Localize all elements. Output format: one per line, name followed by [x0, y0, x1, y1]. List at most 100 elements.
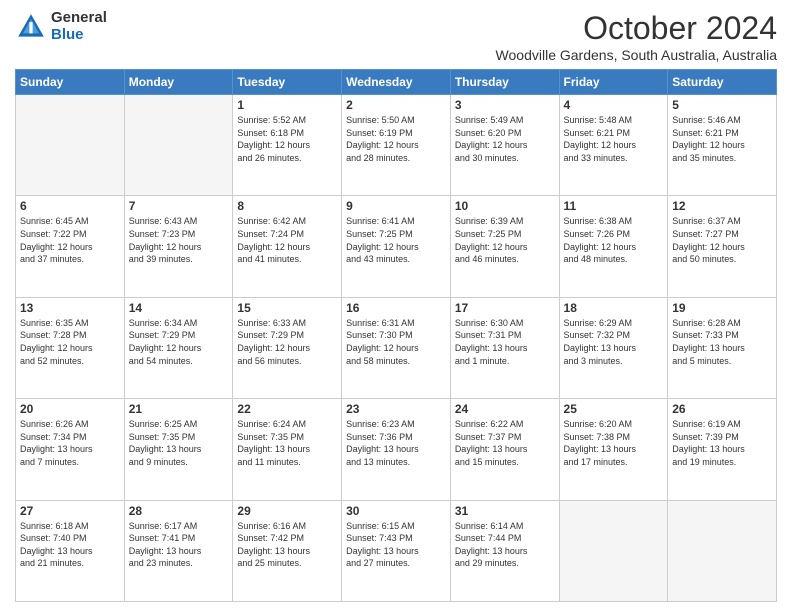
day-number: 5: [672, 98, 772, 112]
day-info: Sunrise: 6:43 AM Sunset: 7:23 PM Dayligh…: [129, 215, 229, 265]
day-cell: 10 Sunrise: 6:39 AM Sunset: 7:25 PM Dayli…: [450, 196, 559, 297]
day-number: 7: [129, 199, 229, 213]
day-cell: 7 Sunrise: 6:43 AM Sunset: 7:23 PM Daylig…: [124, 196, 233, 297]
day-number: 2: [346, 98, 446, 112]
day-info: Sunrise: 6:41 AM Sunset: 7:25 PM Dayligh…: [346, 215, 446, 265]
week-row-5: 27Sunrise: 6:18 AM Sunset: 7:40 PM Dayli…: [16, 500, 777, 601]
day-cell: 31 Sunrise: 6:14 AM Sunset: 7:44 PM Dayli…: [450, 500, 559, 601]
day-cell: 11Sunrise: 6:38 AM Sunset: 7:26 PM Dayli…: [559, 196, 668, 297]
day-cell: 29Sunrise: 6:16 AM Sunset: 7:42 PM Dayli…: [233, 500, 342, 601]
day-info: Sunrise: 6:29 AM Sunset: 7:32 PM Dayligh…: [564, 317, 664, 367]
day-info: Sunrise: 6:17 AM Sunset: 7:41 PM Dayligh…: [129, 520, 229, 570]
day-cell: 18 Sunrise: 6:29 AM Sunset: 7:32 PM Dayli…: [559, 297, 668, 398]
day-number: 12: [672, 199, 772, 213]
calendar-table: Sunday Monday Tuesday Wednesday Thursday…: [15, 69, 777, 602]
day-number: 6: [20, 199, 120, 213]
day-info: Sunrise: 6:30 AM Sunset: 7:31 PM Dayligh…: [455, 317, 555, 367]
day-info: Sunrise: 6:25 AM Sunset: 7:35 PM Dayligh…: [129, 418, 229, 468]
month-title: October 2024: [496, 10, 777, 47]
col-tuesday: Tuesday: [233, 70, 342, 95]
day-cell: 22 Sunrise: 6:24 AM Sunset: 7:35 PM Dayli…: [233, 399, 342, 500]
day-info: Sunrise: 6:35 AM Sunset: 7:28 PM Dayligh…: [20, 317, 120, 367]
day-info: Sunrise: 6:19 AM Sunset: 7:39 PM Dayligh…: [672, 418, 772, 468]
day-info: Sunrise: 6:16 AM Sunset: 7:42 PM Dayligh…: [237, 520, 337, 570]
calendar-header-row: Sunday Monday Tuesday Wednesday Thursday…: [16, 70, 777, 95]
logo-blue-label: Blue: [51, 27, 107, 44]
col-monday: Monday: [124, 70, 233, 95]
day-cell: 16 Sunrise: 6:31 AM Sunset: 7:30 PM Dayli…: [342, 297, 451, 398]
day-cell: 19Sunrise: 6:28 AM Sunset: 7:33 PM Dayli…: [668, 297, 777, 398]
day-cell: 9 Sunrise: 6:41 AM Sunset: 7:25 PM Daylig…: [342, 196, 451, 297]
day-cell: [559, 500, 668, 601]
day-number: 23: [346, 402, 446, 416]
day-info: Sunrise: 6:24 AM Sunset: 7:35 PM Dayligh…: [237, 418, 337, 468]
col-wednesday: Wednesday: [342, 70, 451, 95]
day-cell: 28 Sunrise: 6:17 AM Sunset: 7:41 PM Dayli…: [124, 500, 233, 601]
day-info: Sunrise: 5:46 AM Sunset: 6:21 PM Dayligh…: [672, 114, 772, 164]
day-info: Sunrise: 6:37 AM Sunset: 7:27 PM Dayligh…: [672, 215, 772, 265]
day-number: 16: [346, 301, 446, 315]
day-cell: 24 Sunrise: 6:22 AM Sunset: 7:37 PM Dayli…: [450, 399, 559, 500]
day-info: Sunrise: 6:34 AM Sunset: 7:29 PM Dayligh…: [129, 317, 229, 367]
day-number: 10: [455, 199, 555, 213]
day-info: Sunrise: 6:26 AM Sunset: 7:34 PM Dayligh…: [20, 418, 120, 468]
logo: General Blue: [15, 10, 107, 43]
day-info: Sunrise: 5:48 AM Sunset: 6:21 PM Dayligh…: [564, 114, 664, 164]
day-number: 27: [20, 504, 120, 518]
day-cell: 30Sunrise: 6:15 AM Sunset: 7:43 PM Dayli…: [342, 500, 451, 601]
day-cell: 25 Sunrise: 6:20 AM Sunset: 7:38 PM Dayli…: [559, 399, 668, 500]
day-cell: [124, 95, 233, 196]
day-info: Sunrise: 6:28 AM Sunset: 7:33 PM Dayligh…: [672, 317, 772, 367]
day-cell: 4Sunrise: 5:48 AM Sunset: 6:21 PM Daylig…: [559, 95, 668, 196]
day-number: 22: [237, 402, 337, 416]
day-number: 30: [346, 504, 446, 518]
day-info: Sunrise: 6:33 AM Sunset: 7:29 PM Dayligh…: [237, 317, 337, 367]
day-info: Sunrise: 5:50 AM Sunset: 6:19 PM Dayligh…: [346, 114, 446, 164]
day-cell: 17 Sunrise: 6:30 AM Sunset: 7:31 PM Dayli…: [450, 297, 559, 398]
day-cell: 8 Sunrise: 6:42 AM Sunset: 7:24 PM Daylig…: [233, 196, 342, 297]
day-info: Sunrise: 6:42 AM Sunset: 7:24 PM Dayligh…: [237, 215, 337, 265]
day-cell: 26Sunrise: 6:19 AM Sunset: 7:39 PM Dayli…: [668, 399, 777, 500]
location: Woodville Gardens, South Australia, Aust…: [496, 47, 777, 63]
day-info: Sunrise: 6:31 AM Sunset: 7:30 PM Dayligh…: [346, 317, 446, 367]
day-number: 21: [129, 402, 229, 416]
title-block: October 2024 Woodville Gardens, South Au…: [496, 10, 777, 63]
day-info: Sunrise: 5:52 AM Sunset: 6:18 PM Dayligh…: [237, 114, 337, 164]
day-cell: 21 Sunrise: 6:25 AM Sunset: 7:35 PM Dayli…: [124, 399, 233, 500]
day-info: Sunrise: 6:20 AM Sunset: 7:38 PM Dayligh…: [564, 418, 664, 468]
header: General Blue October 2024 Woodville Gard…: [15, 10, 777, 63]
logo-general-label: General: [51, 10, 107, 27]
day-cell: [16, 95, 125, 196]
day-number: 25: [564, 402, 664, 416]
day-number: 17: [455, 301, 555, 315]
day-number: 11: [564, 199, 664, 213]
day-cell: 6 Sunrise: 6:45 AM Sunset: 7:22 PM Daylig…: [16, 196, 125, 297]
day-number: 24: [455, 402, 555, 416]
day-number: 31: [455, 504, 555, 518]
day-number: 18: [564, 301, 664, 315]
week-row-4: 20Sunrise: 6:26 AM Sunset: 7:34 PM Dayli…: [16, 399, 777, 500]
day-info: Sunrise: 6:45 AM Sunset: 7:22 PM Dayligh…: [20, 215, 120, 265]
day-number: 28: [129, 504, 229, 518]
day-info: Sunrise: 6:14 AM Sunset: 7:44 PM Dayligh…: [455, 520, 555, 570]
week-row-3: 13Sunrise: 6:35 AM Sunset: 7:28 PM Dayli…: [16, 297, 777, 398]
day-info: Sunrise: 6:39 AM Sunset: 7:25 PM Dayligh…: [455, 215, 555, 265]
day-info: Sunrise: 6:22 AM Sunset: 7:37 PM Dayligh…: [455, 418, 555, 468]
day-cell: 5 Sunrise: 5:46 AM Sunset: 6:21 PM Daylig…: [668, 95, 777, 196]
day-number: 9: [346, 199, 446, 213]
day-cell: 1Sunrise: 5:52 AM Sunset: 6:18 PM Daylig…: [233, 95, 342, 196]
col-friday: Friday: [559, 70, 668, 95]
day-number: 15: [237, 301, 337, 315]
day-cell: 23Sunrise: 6:23 AM Sunset: 7:36 PM Dayli…: [342, 399, 451, 500]
day-cell: 3Sunrise: 5:49 AM Sunset: 6:20 PM Daylig…: [450, 95, 559, 196]
day-number: 8: [237, 199, 337, 213]
day-cell: 14 Sunrise: 6:34 AM Sunset: 7:29 PM Dayli…: [124, 297, 233, 398]
day-cell: 12 Sunrise: 6:37 AM Sunset: 7:27 PM Dayli…: [668, 196, 777, 297]
day-number: 14: [129, 301, 229, 315]
week-row-1: 1Sunrise: 5:52 AM Sunset: 6:18 PM Daylig…: [16, 95, 777, 196]
week-row-2: 6 Sunrise: 6:45 AM Sunset: 7:22 PM Daylig…: [16, 196, 777, 297]
day-number: 3: [455, 98, 555, 112]
day-cell: [668, 500, 777, 601]
logo-icon: [15, 11, 47, 43]
day-cell: 20Sunrise: 6:26 AM Sunset: 7:34 PM Dayli…: [16, 399, 125, 500]
